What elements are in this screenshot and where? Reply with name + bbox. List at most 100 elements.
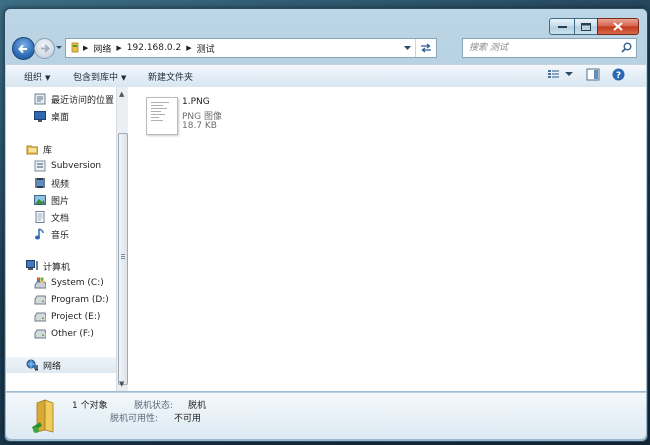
recent-places-icon — [34, 93, 46, 105]
close-icon — [613, 22, 623, 31]
forward-arrow-icon — [40, 44, 50, 53]
scroll-down-button[interactable]: ▼ — [119, 380, 124, 388]
breadcrumb-separator[interactable]: ▶ — [115, 44, 122, 52]
nav-item-label: 视频 — [51, 179, 70, 190]
breadcrumb-separator[interactable]: ▶ — [185, 44, 192, 52]
help-icon: ? — [612, 68, 625, 81]
nav-item-pictures[interactable]: 图片 — [34, 192, 116, 208]
explorer-window: ▶ 网络 ▶ 192.168.0.2 ▶ 测试 搜索 测试 组织 ▼ 包含到库中… — [4, 8, 648, 442]
nav-item-label: 图片 — [51, 196, 70, 207]
offline-status-label: 脱机状态: — [134, 401, 174, 411]
include-in-library-label: 包含到库中 — [73, 73, 119, 83]
file-item[interactable]: 1.PNG PNG 图像 18.7 KB — [142, 95, 262, 137]
nav-item-music[interactable]: 音乐 — [34, 226, 116, 242]
breadcrumb-host[interactable]: 192.168.0.2 — [123, 39, 185, 57]
nav-item-subversion[interactable]: Subversion — [34, 158, 116, 174]
nav-item-documents[interactable]: 文档 — [34, 209, 116, 225]
nav-item-label: Program (D:) — [51, 295, 109, 305]
nav-item-label: System (C:) — [51, 278, 104, 288]
details-pane: 1 个对象 脱机状态: 脱机 脱机可用性: 不可用 — [6, 392, 646, 439]
computer-icon — [26, 260, 38, 272]
offline-status-value: 脱机 — [188, 401, 207, 411]
offline-availability-label: 脱机可用性: — [110, 414, 159, 424]
file-size: 18.7 KB — [182, 121, 217, 131]
drive-icon — [34, 328, 46, 340]
navigation-row: ▶ 网络 ▶ 192.168.0.2 ▶ 测试 — [11, 37, 639, 61]
nav-item-videos[interactable]: 视频 — [34, 175, 116, 191]
nav-item-drive-d[interactable]: Program (D:) — [34, 292, 116, 308]
nav-item-label: 库 — [43, 145, 53, 156]
nav-item-label: 文档 — [51, 213, 70, 224]
nav-item-label: 计算机 — [43, 262, 71, 273]
close-button[interactable] — [597, 18, 639, 35]
drive-icon — [34, 311, 46, 323]
preview-pane-icon — [586, 68, 600, 81]
preview-pane-button[interactable] — [586, 68, 600, 81]
search-icon[interactable] — [621, 42, 632, 53]
file-list-pane: 1.PNG PNG 图像 18.7 KB — [128, 87, 646, 391]
recent-pages-button[interactable] — [55, 43, 63, 53]
minimize-icon — [557, 25, 567, 28]
change-view-button[interactable] — [547, 68, 573, 80]
video-icon — [34, 177, 46, 189]
scrollbar-thumb[interactable] — [118, 133, 128, 385]
documents-icon — [34, 211, 46, 223]
image-thumbnail-icon — [146, 97, 178, 135]
chevron-down-icon: ▼ — [45, 74, 51, 82]
organize-menu-button[interactable]: 组织 ▼ — [24, 70, 50, 83]
item-count: 1 个对象 — [72, 401, 108, 411]
breadcrumb-separator[interactable]: ▶ — [82, 44, 89, 52]
address-bar[interactable]: ▶ 网络 ▶ 192.168.0.2 ▶ 测试 — [65, 38, 437, 58]
help-button[interactable]: ? — [612, 68, 625, 81]
maximize-icon — [581, 22, 591, 31]
chevron-down-icon — [56, 46, 62, 49]
nav-item-label: 最近访问的位置 — [51, 95, 115, 106]
library-icon — [34, 160, 46, 172]
minimize-button[interactable] — [549, 18, 575, 35]
file-name: 1.PNG — [182, 97, 210, 107]
nav-item-network[interactable]: 网络 — [6, 357, 116, 373]
new-folder-button[interactable]: 新建文件夹 — [148, 70, 193, 83]
address-root-icon[interactable] — [66, 39, 82, 57]
refresh-button[interactable] — [415, 39, 436, 57]
nav-item-recent-places[interactable]: 最近访问的位置 — [34, 91, 116, 107]
nav-item-label: 网络 — [43, 361, 62, 372]
view-options-icon — [548, 70, 559, 78]
chevron-down-icon — [565, 72, 573, 76]
back-arrow-icon — [18, 44, 27, 53]
nav-item-drive-e[interactable]: Project (E:) — [34, 309, 116, 325]
system-drive-icon — [34, 277, 46, 289]
search-input[interactable] — [463, 41, 609, 55]
include-in-library-button[interactable]: 包含到库中 ▼ — [73, 70, 126, 83]
navigation-pane: 最近访问的位置 桌面 库 Subversion 视频 图片 文档 音乐 计算机 … — [6, 87, 116, 391]
nav-item-label: Project (E:) — [51, 312, 101, 322]
scroll-up-button[interactable]: ▲ — [119, 90, 124, 98]
navigation-scrollbar[interactable]: ▲ ▼ — [116, 87, 128, 391]
nav-item-desktop[interactable]: 桌面 — [34, 108, 116, 124]
libraries-icon — [26, 143, 38, 155]
nav-item-drive-c[interactable]: System (C:) — [34, 275, 116, 291]
network-folder-icon — [71, 42, 79, 53]
nav-item-drive-f[interactable]: Other (F:) — [34, 326, 116, 342]
caption-buttons — [549, 18, 639, 35]
nav-item-libraries[interactable]: 库 — [26, 141, 116, 157]
chevron-down-icon: ▼ — [121, 74, 127, 82]
forward-button[interactable] — [34, 38, 55, 59]
command-bar: 组织 ▼ 包含到库中 ▼ 新建文件夹 ? — [6, 64, 646, 88]
nav-item-computer[interactable]: 计算机 — [26, 258, 116, 274]
maximize-button[interactable] — [575, 18, 597, 35]
back-button[interactable] — [12, 37, 35, 60]
nav-item-label: 桌面 — [51, 112, 70, 123]
desktop-icon — [34, 110, 46, 122]
grip-icon — [121, 254, 125, 260]
pictures-icon — [34, 194, 46, 206]
address-history-button[interactable] — [400, 39, 414, 57]
search-box[interactable] — [462, 38, 637, 58]
breadcrumb-network[interactable]: 网络 — [89, 39, 115, 57]
organize-label: 组织 — [24, 73, 43, 83]
nav-item-label: Subversion — [51, 161, 102, 171]
breadcrumb-folder[interactable]: 测试 — [193, 39, 219, 57]
offline-folder-icon — [31, 399, 54, 433]
refresh-icon — [421, 43, 431, 53]
music-icon — [34, 228, 46, 240]
